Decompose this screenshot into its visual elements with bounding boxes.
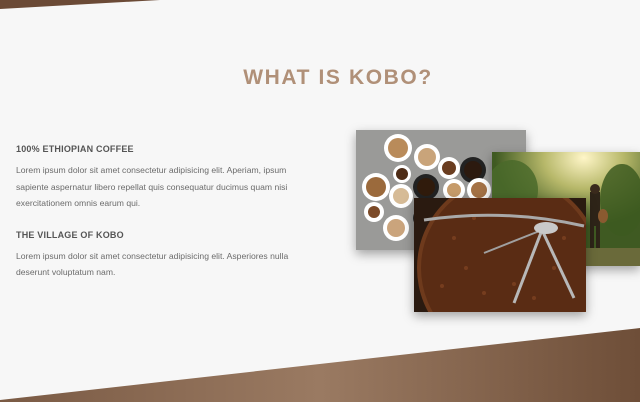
paragraph-village-of-kobo: Lorem ipsum dolor sit amet consectetur a… — [16, 250, 289, 278]
top-section-edge — [0, 0, 160, 9]
section-title: WHAT IS KOBO? — [243, 66, 433, 89]
coffee-roasting-photo — [414, 198, 586, 312]
paragraph-ethiopian-coffee: Lorem ipsum dolor sit amet consectetur a… — [16, 165, 288, 208]
about-text: 100% ETHIOPIAN COFFEE Lorem ipsum dolor … — [16, 144, 316, 299]
bottom-section-edge — [0, 328, 640, 402]
heading-ethiopian-coffee: 100% ETHIOPIAN COFFEE — [16, 144, 134, 154]
heading-village-of-kobo: THE VILLAGE OF KOBO — [16, 229, 124, 240]
